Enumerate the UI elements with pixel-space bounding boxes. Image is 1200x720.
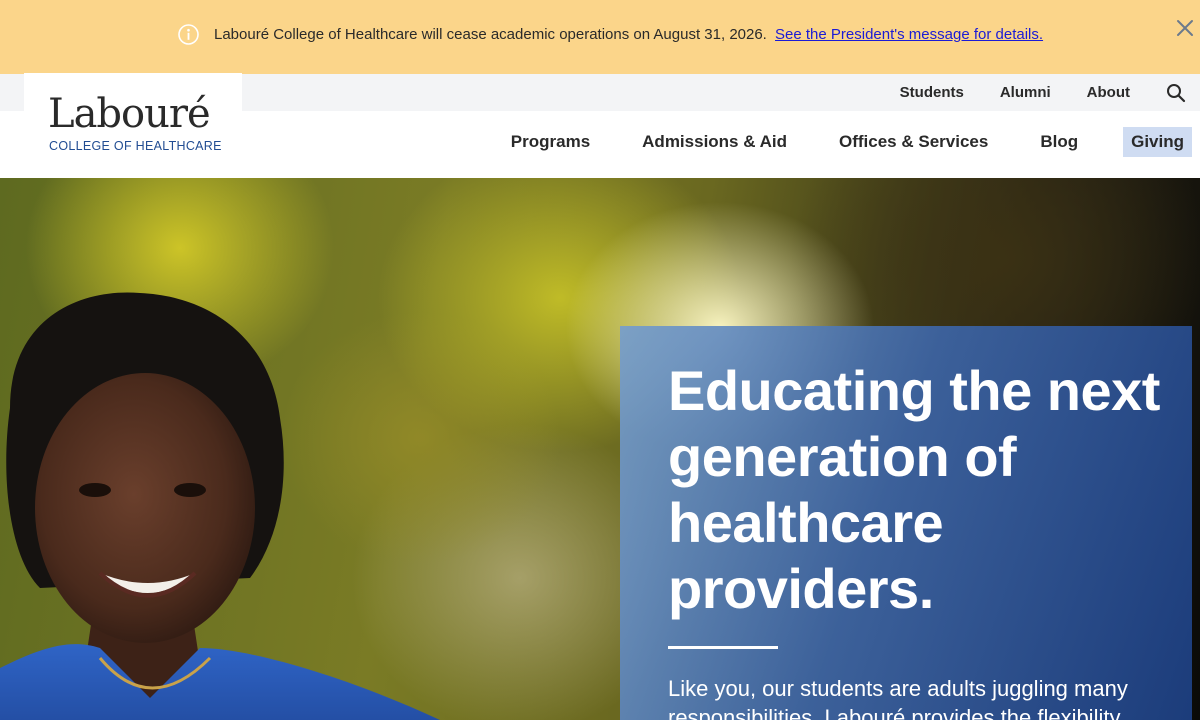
presidents-message-link[interactable]: See the President's message for details. bbox=[775, 26, 1043, 43]
student-photo bbox=[0, 292, 440, 720]
nav-programs[interactable]: Programs bbox=[511, 127, 590, 157]
hero-section: Educating the next generation of healthc… bbox=[0, 178, 1200, 720]
utility-link-students[interactable]: Students bbox=[900, 84, 964, 101]
info-circle-icon bbox=[178, 24, 199, 45]
alert-message: Labouré College of Healthcare will cease… bbox=[214, 26, 1043, 43]
hero-card: Educating the next generation of healthc… bbox=[620, 326, 1192, 720]
nav-offices-services[interactable]: Offices & Services bbox=[839, 127, 988, 157]
alert-banner: Labouré College of Healthcare will cease… bbox=[0, 0, 1200, 74]
utility-nav: Students Alumni About bbox=[900, 74, 1200, 111]
alert-content: Labouré College of Healthcare will cease… bbox=[178, 24, 1043, 45]
giving-button[interactable]: Giving bbox=[1123, 127, 1192, 157]
logo-subtitle: COLLEGE OF HEALTHCARE bbox=[49, 139, 222, 153]
close-icon[interactable] bbox=[1173, 16, 1197, 40]
nav-blog[interactable]: Blog bbox=[1040, 127, 1078, 157]
hero-divider bbox=[668, 646, 778, 649]
utility-link-about[interactable]: About bbox=[1087, 84, 1130, 101]
main-nav: Programs Admissions & Aid Offices & Serv… bbox=[511, 127, 1192, 157]
utility-link-alumni[interactable]: Alumni bbox=[1000, 84, 1051, 101]
alert-message-text: Labouré College of Healthcare will cease… bbox=[214, 26, 767, 43]
search-icon[interactable] bbox=[1166, 83, 1186, 103]
hero-body-text: Like you, our students are adults juggli… bbox=[668, 676, 1128, 720]
college-logo[interactable]: Labouré COLLEGE OF HEALTHCARE bbox=[24, 73, 242, 178]
logo-wordmark: Labouré bbox=[48, 91, 211, 137]
hero-title: Educating the next generation of healthc… bbox=[668, 359, 1160, 620]
nav-admissions-aid[interactable]: Admissions & Aid bbox=[642, 127, 787, 157]
